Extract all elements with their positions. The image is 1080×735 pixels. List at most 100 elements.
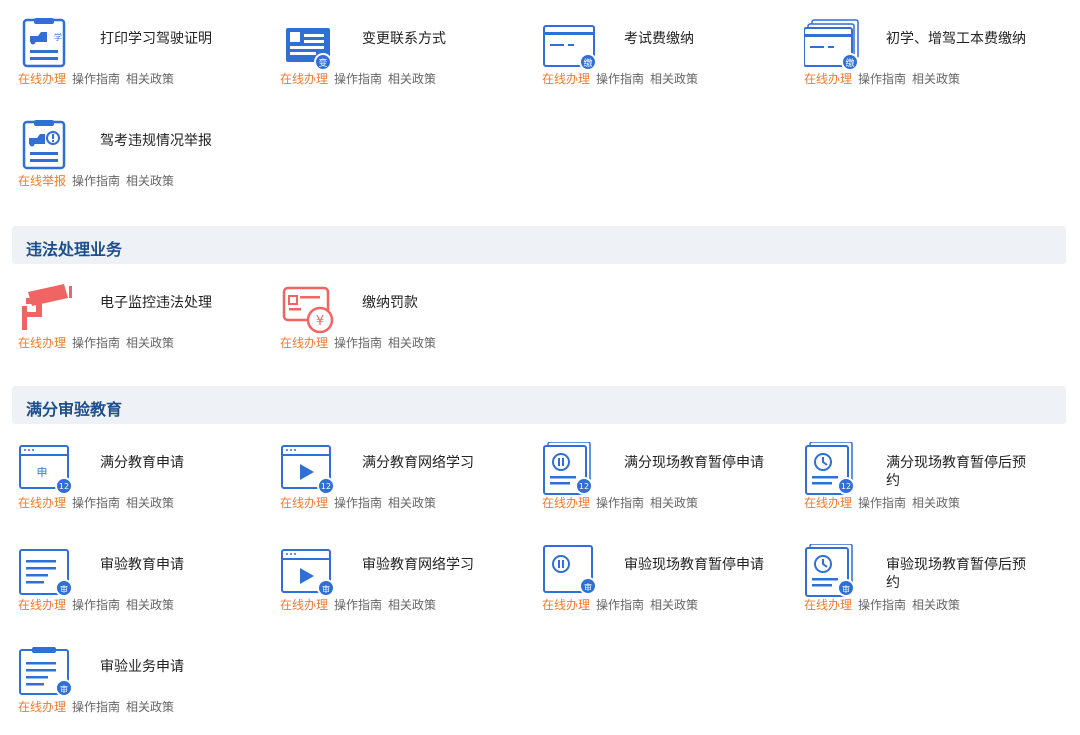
review-onsite-pause-icon[interactable]: 审 xyxy=(542,544,598,604)
svg-text:缴: 缴 xyxy=(583,57,592,69)
pay-fine-icon[interactable]: ¥ xyxy=(280,282,336,342)
service-title: 变更联系方式 xyxy=(362,31,446,47)
service-title: 满分教育网络学习 xyxy=(362,455,474,471)
related-policy-link[interactable]: 相关政策 xyxy=(912,496,960,510)
online-handle-link[interactable]: 在线办理 xyxy=(18,700,66,714)
license-fee-icon[interactable]: 缴 xyxy=(804,18,860,78)
operation-guide-link[interactable]: 操作指南 xyxy=(596,496,644,510)
related-policy-link[interactable]: 相关政策 xyxy=(388,336,436,350)
full-score-apply-icon[interactable]: 申 12 xyxy=(18,442,74,502)
exam-violation-report-icon[interactable] xyxy=(18,120,74,180)
online-handle-link[interactable]: 在线办理 xyxy=(542,598,590,612)
review-online-study-icon[interactable]: 审 xyxy=(280,544,336,604)
related-policy-link[interactable]: 相关政策 xyxy=(388,598,436,612)
online-handle-link[interactable]: 在线办理 xyxy=(804,72,852,86)
operation-guide-link[interactable]: 操作指南 xyxy=(72,336,120,350)
related-policy-link[interactable]: 相关政策 xyxy=(126,598,174,612)
service-exam-fee: 缴 考试费缴纳 在线办理 操作指南 相关政策 xyxy=(542,18,792,98)
service-exam-violation-report: 驾考违规情况举报 在线举报 操作指南 相关政策 xyxy=(18,120,268,200)
operation-guide-link[interactable]: 操作指南 xyxy=(72,72,120,86)
section-title: 满分审验教育 xyxy=(26,400,123,419)
online-handle-link[interactable]: 在线办理 xyxy=(18,72,66,86)
svg-text:¥: ¥ xyxy=(316,314,324,329)
operation-guide-link[interactable]: 操作指南 xyxy=(858,72,906,86)
related-policy-link[interactable]: 相关政策 xyxy=(388,496,436,510)
service-title: 初学、增驾工本费缴纳 xyxy=(886,31,1026,47)
service-title: 审验现场教育暂停申请 xyxy=(624,557,764,573)
service-pay-fine: ¥ 缴纳罚款 在线办理 操作指南 相关政策 xyxy=(280,282,530,362)
svg-text:审: 审 xyxy=(584,582,592,592)
review-onsite-appointment-icon[interactable]: 审 xyxy=(804,544,860,604)
online-handle-link[interactable]: 在线办理 xyxy=(804,598,852,612)
operation-guide-link[interactable]: 操作指南 xyxy=(596,598,644,612)
section-header-violation: 违法处理业务 xyxy=(12,226,1066,264)
section-header-education: 满分审验教育 xyxy=(12,386,1066,424)
change-contact-icon[interactable]: 变 xyxy=(280,18,336,78)
service-print-study-certificate: 学 打印学习驾驶证明 在线办理 操作指南 相关政策 xyxy=(18,18,268,98)
service-surveillance-violation: 电子监控违法处理 在线办理 操作指南 相关政策 xyxy=(18,282,268,362)
svg-text:审: 审 xyxy=(60,684,68,694)
service-title: 满分现场教育暂停后预约 xyxy=(886,455,1026,489)
service-title: 审验教育申请 xyxy=(100,557,184,573)
operation-guide-link[interactable]: 操作指南 xyxy=(72,496,120,510)
operation-guide-link[interactable]: 操作指南 xyxy=(334,72,382,86)
related-policy-link[interactable]: 相关政策 xyxy=(126,72,174,86)
operation-guide-link[interactable]: 操作指南 xyxy=(858,496,906,510)
online-handle-link[interactable]: 在线办理 xyxy=(18,496,66,510)
related-policy-link[interactable]: 相关政策 xyxy=(912,72,960,86)
online-handle-link[interactable]: 在线办理 xyxy=(18,336,66,350)
svg-text:申: 申 xyxy=(37,466,48,479)
operation-guide-link[interactable]: 操作指南 xyxy=(596,72,644,86)
review-apply-icon[interactable]: 审 xyxy=(18,544,74,604)
full-score-online-study-icon[interactable]: 12 xyxy=(280,442,336,502)
service-review-business-apply: 审 审验业务申请 在线办理 操作指南 相关政策 xyxy=(18,646,268,726)
review-business-apply-icon[interactable]: 审 xyxy=(18,646,74,706)
operation-guide-link[interactable]: 操作指南 xyxy=(72,700,120,714)
service-title: 缴纳罚款 xyxy=(362,295,418,311)
related-policy-link[interactable]: 相关政策 xyxy=(650,72,698,86)
operation-guide-link[interactable]: 操作指南 xyxy=(858,598,906,612)
online-handle-link[interactable]: 在线办理 xyxy=(280,496,328,510)
related-policy-link[interactable]: 相关政策 xyxy=(126,174,174,188)
related-policy-link[interactable]: 相关政策 xyxy=(912,598,960,612)
service-title: 打印学习驾驶证明 xyxy=(100,31,212,47)
related-policy-link[interactable]: 相关政策 xyxy=(126,496,174,510)
related-policy-link[interactable]: 相关政策 xyxy=(388,72,436,86)
online-handle-link[interactable]: 在线办理 xyxy=(280,72,328,86)
print-study-certificate-icon[interactable]: 学 xyxy=(18,18,74,78)
online-handle-link[interactable]: 在线办理 xyxy=(804,496,852,510)
online-handle-link[interactable]: 在线办理 xyxy=(542,496,590,510)
surveillance-camera-icon[interactable] xyxy=(18,282,74,342)
full-score-onsite-appointment-icon[interactable]: 12 xyxy=(804,442,860,502)
online-handle-link[interactable]: 在线办理 xyxy=(542,72,590,86)
related-policy-link[interactable]: 相关政策 xyxy=(650,496,698,510)
service-title: 审验业务申请 xyxy=(100,659,184,675)
related-policy-link[interactable]: 相关政策 xyxy=(126,700,174,714)
service-review-onsite-pause: 审 审验现场教育暂停申请 在线办理 操作指南 相关政策 xyxy=(542,544,792,624)
related-policy-link[interactable]: 相关政策 xyxy=(126,336,174,350)
service-review-apply: 审 审验教育申请 在线办理 操作指南 相关政策 xyxy=(18,544,268,624)
svg-text:审: 审 xyxy=(60,584,68,594)
related-policy-link[interactable]: 相关政策 xyxy=(650,598,698,612)
svg-text:12: 12 xyxy=(579,482,589,491)
service-full-score-onsite-pause: 12 满分现场教育暂停申请 在线办理 操作指南 相关政策 xyxy=(542,442,792,522)
svg-text:学: 学 xyxy=(54,32,62,42)
operation-guide-link[interactable]: 操作指南 xyxy=(334,598,382,612)
svg-text:12: 12 xyxy=(321,482,331,491)
operation-guide-link[interactable]: 操作指南 xyxy=(334,496,382,510)
service-change-contact: 变 变更联系方式 在线办理 操作指南 相关政策 xyxy=(280,18,530,98)
online-handle-link[interactable]: 在线办理 xyxy=(280,336,328,350)
operation-guide-link[interactable]: 操作指南 xyxy=(72,174,120,188)
service-review-onsite-appointment: 审 审验现场教育暂停后预约 在线办理 操作指南 相关政策 xyxy=(804,544,1054,624)
full-score-onsite-pause-icon[interactable]: 12 xyxy=(542,442,598,502)
operation-guide-link[interactable]: 操作指南 xyxy=(334,336,382,350)
online-handle-link[interactable]: 在线办理 xyxy=(18,598,66,612)
service-title: 满分现场教育暂停申请 xyxy=(624,455,764,471)
exam-fee-icon[interactable]: 缴 xyxy=(542,18,598,78)
operation-guide-link[interactable]: 操作指南 xyxy=(72,598,120,612)
online-handle-link[interactable]: 在线办理 xyxy=(280,598,328,612)
svg-text:变: 变 xyxy=(318,57,327,69)
svg-text:12: 12 xyxy=(841,482,851,491)
service-title: 电子监控违法处理 xyxy=(100,295,212,311)
online-report-link[interactable]: 在线举报 xyxy=(18,174,66,188)
